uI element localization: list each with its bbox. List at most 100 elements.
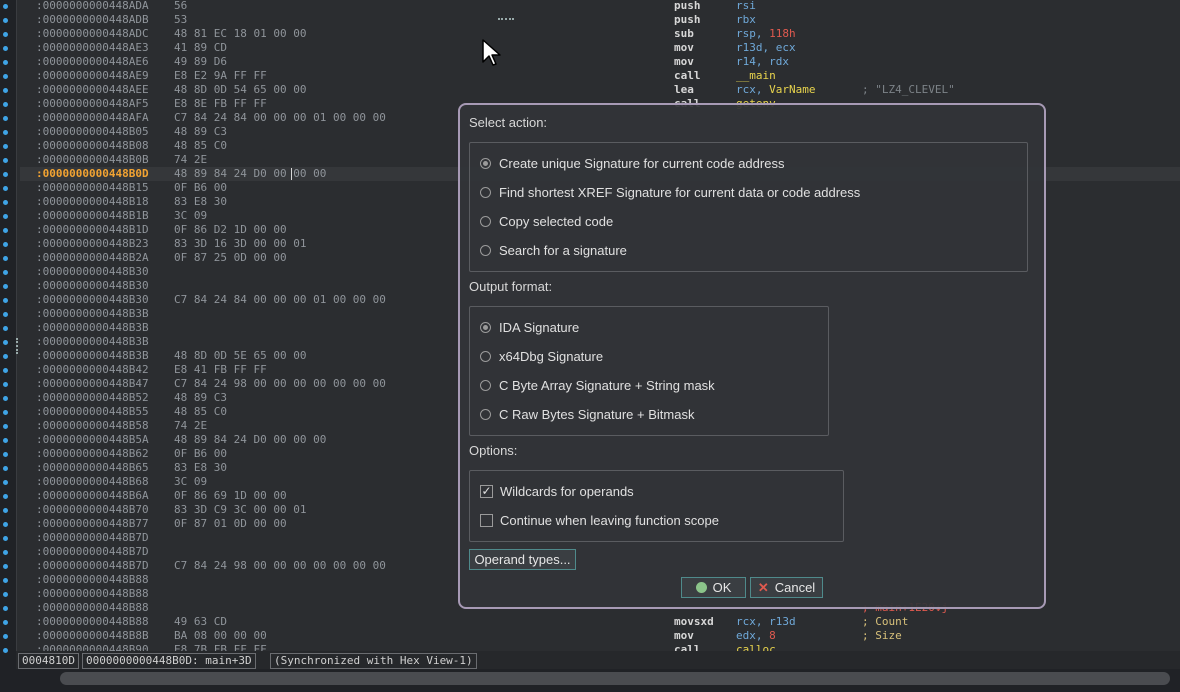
row-bytes[interactable]: E8 41 FB FF FF (174, 363, 267, 377)
disasm-operands[interactable]: r13d, ecx (736, 41, 796, 55)
disasm-line[interactable]: mov r13d, ecx (20, 41, 1180, 55)
row-bytes[interactable]: C7 84 24 84 00 00 00 01 00 00 00 (174, 293, 386, 307)
scrollbar-thumb[interactable] (60, 672, 1170, 685)
disasm-operands[interactable]: rcx, r13d (736, 615, 796, 629)
disasm-operands[interactable]: edx, 8 (736, 629, 776, 643)
radio-icon[interactable] (480, 350, 491, 362)
format-option-x64dbg[interactable]: x64Dbg Signature (480, 346, 603, 366)
row-bytes[interactable]: 0F 87 25 0D 00 00 (174, 251, 287, 265)
row-address[interactable]: :0000000000448B5A (36, 433, 149, 447)
checkbox-icon[interactable] (480, 513, 493, 527)
disasm-operands[interactable]: rsi (736, 0, 756, 13)
ok-button[interactable]: OK (681, 577, 746, 598)
row-bytes[interactable]: 83 E8 30 (174, 461, 227, 475)
radio-icon[interactable] (480, 244, 491, 256)
disasm-line[interactable]: sub rsp, 118h (20, 27, 1180, 41)
radio-icon[interactable] (480, 157, 491, 169)
row-address[interactable]: :0000000000448B3B (36, 307, 149, 321)
disasm-operands[interactable]: rcx, VarName (736, 83, 815, 97)
disasm-line[interactable]: push rsi (20, 0, 1180, 13)
row-address[interactable]: :0000000000448B47 (36, 377, 149, 391)
horizontal-scrollbar[interactable] (16, 669, 1180, 692)
cancel-button[interactable]: ✕ Cancel (750, 577, 823, 598)
row-address[interactable]: :0000000000448B0D (36, 167, 149, 181)
row-bytes[interactable]: 74 2E (174, 419, 207, 433)
row-address[interactable]: :0000000000448B7D (36, 559, 149, 573)
radio-icon[interactable] (480, 379, 491, 391)
disasm-line[interactable]: lea rcx, VarName ; "LZ4_CLEVEL" (20, 83, 1180, 97)
disasm-line[interactable]: call calloc (20, 643, 1180, 651)
row-bytes[interactable]: 48 89 C3 (174, 391, 227, 405)
row-address[interactable]: :0000000000448B70 (36, 503, 149, 517)
row-address[interactable]: :0000000000448B7D (36, 545, 149, 559)
option-wildcards[interactable]: ✓ Wildcards for operands (480, 481, 634, 501)
row-bytes[interactable]: 3C 09 (174, 475, 207, 489)
row-bytes[interactable]: 3C 09 (174, 209, 207, 223)
row-address[interactable]: :0000000000448B1B (36, 209, 149, 223)
row-bytes[interactable]: 83 E8 30 (174, 195, 227, 209)
row-address[interactable]: :0000000000448B52 (36, 391, 149, 405)
disasm-line[interactable]: mov r14, rdx (20, 55, 1180, 69)
row-bytes[interactable]: 0F 87 01 0D 00 00 (174, 517, 287, 531)
row-address[interactable]: :0000000000448B3B (36, 321, 149, 335)
radio-icon[interactable] (480, 321, 491, 333)
disasm-operands[interactable]: rbx (736, 13, 756, 27)
listing-gutter[interactable] (0, 0, 17, 692)
disasm-operands[interactable]: calloc (736, 643, 776, 651)
row-bytes[interactable]: 48 85 C0 (174, 405, 227, 419)
row-bytes[interactable]: 0F B6 00 (174, 181, 227, 195)
row-bytes[interactable]: 0F B6 00 (174, 447, 227, 461)
action-option-find-xref[interactable]: Find shortest XREF Signature for current… (480, 182, 860, 202)
disasm-operands[interactable]: r14, rdx (736, 55, 789, 69)
row-address[interactable]: :0000000000448B08 (36, 139, 149, 153)
bottom-splitter-grip[interactable] (498, 18, 514, 22)
row-address[interactable]: :0000000000448B58 (36, 419, 149, 433)
option-continue-scope[interactable]: Continue when leaving function scope (480, 510, 719, 530)
checkbox-checked-icon[interactable]: ✓ (480, 484, 493, 498)
action-option-create-unique[interactable]: Create unique Signature for current code… (480, 153, 784, 173)
disasm-line[interactable]: movsxd rcx, r13d ; Count (20, 615, 1180, 629)
row-address[interactable]: :0000000000448B42 (36, 363, 149, 377)
row-address[interactable]: :0000000000448B88 (36, 573, 149, 587)
row-address[interactable]: :0000000000448B6A (36, 489, 149, 503)
disasm-line[interactable]: call __main (20, 69, 1180, 83)
disasm-operands[interactable]: rsp, 118h (736, 27, 796, 41)
row-bytes[interactable]: C7 84 24 84 00 00 00 01 00 00 00 (174, 111, 386, 125)
row-bytes[interactable]: 83 3D 16 3D 00 00 01 (174, 237, 306, 251)
row-address[interactable]: :0000000000448B3B (36, 335, 149, 349)
action-option-search[interactable]: Search for a signature (480, 240, 627, 260)
row-bytes[interactable]: 74 2E (174, 153, 207, 167)
row-bytes[interactable]: 83 3D C9 3C 00 00 01 (174, 503, 306, 517)
row-address[interactable]: :0000000000448B30 (36, 279, 149, 293)
row-address[interactable]: :0000000000448B3B (36, 349, 149, 363)
disasm-line[interactable]: push rbx (20, 13, 1180, 27)
row-bytes[interactable]: 48 8D 0D 5E 65 00 00 (174, 349, 306, 363)
row-address[interactable]: :0000000000448B88 (36, 587, 149, 601)
row-bytes[interactable]: 48 89 84 24 D0 00 00 00 (174, 167, 326, 181)
row-bytes[interactable]: 0F 86 69 1D 00 00 (174, 489, 287, 503)
row-bytes[interactable]: C7 84 24 98 00 00 00 00 00 00 00 (174, 377, 386, 391)
row-address[interactable]: :0000000000448B65 (36, 461, 149, 475)
row-address[interactable]: :0000000000448B2A (36, 251, 149, 265)
row-address[interactable]: :0000000000448B7D (36, 531, 149, 545)
radio-icon[interactable] (480, 186, 491, 198)
operand-types-button[interactable]: Operand types... (469, 549, 576, 570)
radio-icon[interactable] (480, 408, 491, 420)
row-address[interactable]: :0000000000448B1D (36, 223, 149, 237)
row-address[interactable]: :0000000000448B0B (36, 153, 149, 167)
row-address[interactable]: :0000000000448B15 (36, 181, 149, 195)
format-option-ida[interactable]: IDA Signature (480, 317, 579, 337)
radio-icon[interactable] (480, 215, 491, 227)
row-address[interactable]: :0000000000448B62 (36, 447, 149, 461)
row-address[interactable]: :0000000000448B18 (36, 195, 149, 209)
row-address[interactable]: :0000000000448B30 (36, 293, 149, 307)
disasm-line[interactable]: mov edx, 8 ; Size (20, 629, 1180, 643)
row-bytes[interactable]: 0F 86 D2 1D 00 00 (174, 223, 287, 237)
format-option-c-byte-array[interactable]: C Byte Array Signature + String mask (480, 375, 715, 395)
row-address[interactable]: :0000000000448B55 (36, 405, 149, 419)
row-address[interactable]: :0000000000448B77 (36, 517, 149, 531)
row-bytes[interactable]: 48 89 84 24 D0 00 00 00 (174, 433, 326, 447)
row-address[interactable]: :0000000000448B05 (36, 125, 149, 139)
row-bytes[interactable]: C7 84 24 98 00 00 00 00 00 00 00 (174, 559, 386, 573)
row-address[interactable]: :0000000000448B23 (36, 237, 149, 251)
